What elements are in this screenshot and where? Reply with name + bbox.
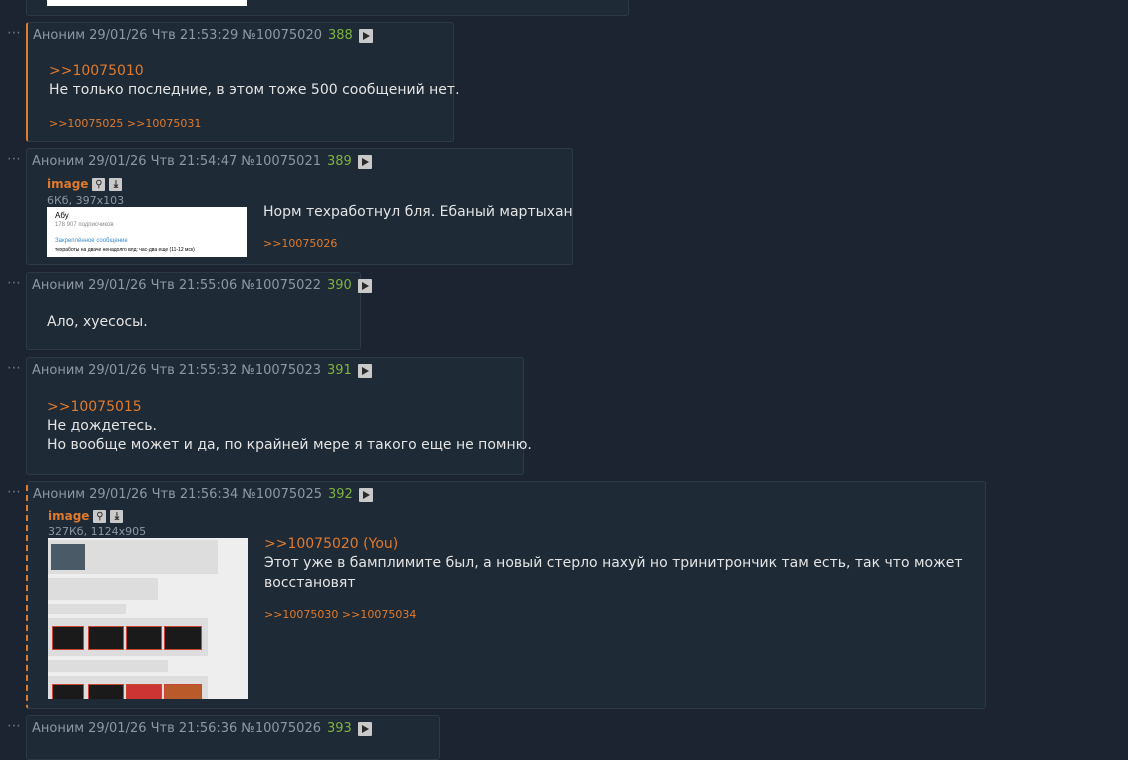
play-icon[interactable] xyxy=(358,487,373,502)
post-replies[interactable]: >>10075030 >>10075034 xyxy=(264,608,416,621)
download-icon[interactable]: ⤓ xyxy=(110,509,124,523)
post-392: Аноним 29/01/26 Чтв 21:56:34 №10075025 3… xyxy=(26,481,986,709)
post-replies[interactable]: >>10075025 >>10075031 xyxy=(49,117,201,130)
post-author: Аноним xyxy=(33,28,86,43)
post-header: Аноним 29/01/26 Чтв 21:53:29 №10075020 3… xyxy=(33,28,373,43)
thumb-game-screenshot xyxy=(88,684,124,699)
post-datetime: 29/01/26 Чтв 21:54:47 xyxy=(88,154,238,169)
post-id-link[interactable]: №10075025 xyxy=(242,487,322,502)
post-menu-dots-icon[interactable]: ⋯ xyxy=(7,276,22,290)
post-menu-dots-icon[interactable]: ⋯ xyxy=(7,26,22,40)
post-number: 392 xyxy=(328,487,353,502)
post-id-link[interactable]: №10075020 xyxy=(242,28,322,43)
search-icon[interactable]: ⚲ xyxy=(93,509,107,523)
thumb-game-screenshot xyxy=(126,626,162,650)
file-link[interactable]: image ⚲ ⤓ xyxy=(47,177,123,191)
thumb-post-block xyxy=(48,604,126,614)
search-icon[interactable]: ⚲ xyxy=(92,177,106,191)
post-datetime: 29/01/26 Чтв 21:56:36 xyxy=(88,721,238,736)
post-image-thumbnail[interactable] xyxy=(48,538,248,699)
thumb-game-screenshot xyxy=(164,626,202,650)
thumb-message: техработы на двачe ненадолго влд: час-дв… xyxy=(55,247,195,253)
post-quote-link[interactable]: >>10075015 xyxy=(47,397,142,417)
play-icon[interactable] xyxy=(357,278,372,293)
post-389: Аноним 29/01/26 Чтв 21:54:47 №10075021 3… xyxy=(26,148,573,265)
post-datetime: 29/01/26 Чтв 21:55:32 xyxy=(88,363,238,378)
post-number: 388 xyxy=(328,28,353,43)
post-number: 393 xyxy=(327,721,352,736)
post-author: Аноним xyxy=(32,154,85,169)
thumb-game-screenshot xyxy=(164,684,202,699)
post-header: Аноним 29/01/26 Чтв 21:55:06 №10075022 3… xyxy=(32,278,372,293)
file-label[interactable]: image xyxy=(47,177,88,191)
play-icon[interactable] xyxy=(358,28,373,43)
post-datetime: 29/01/26 Чтв 21:55:06 xyxy=(88,278,238,293)
file-link[interactable]: image ⚲ ⤓ xyxy=(48,509,124,523)
thumb-photo xyxy=(51,544,85,570)
post-id-link[interactable]: №10075021 xyxy=(241,154,321,169)
post-author: Аноним xyxy=(32,721,85,736)
post-previous-fragment xyxy=(26,0,629,16)
download-icon[interactable]: ⤓ xyxy=(109,177,123,191)
post-text-line: Но вообще может и да, по крайней мере я … xyxy=(47,437,532,453)
post-id-link[interactable]: №10075023 xyxy=(241,363,321,378)
post-header: Аноним 29/01/26 Чтв 21:56:36 №10075026 3… xyxy=(32,721,372,736)
post-menu-dots-icon[interactable]: ⋯ xyxy=(7,361,22,375)
file-info: 327Кб, 1124x905 xyxy=(48,525,147,538)
post-quote-link[interactable]: >>10075020 (You) xyxy=(264,534,398,554)
post-id-link[interactable]: №10075022 xyxy=(241,278,321,293)
post-header: Аноним 29/01/26 Чтв 21:56:34 №10075025 3… xyxy=(33,487,373,502)
post-text-line: восстановят xyxy=(264,575,356,591)
post-text-line: Ало, хуесосы. xyxy=(47,314,148,330)
post-author: Аноним xyxy=(32,278,85,293)
post-menu-dots-icon[interactable]: ⋯ xyxy=(7,719,22,733)
file-info: 6Кб, 397x103 xyxy=(47,194,125,207)
post-header: Аноним 29/01/26 Чтв 21:54:47 №10075021 3… xyxy=(32,154,372,169)
thumb-pinned: Закреплённое сообщение xyxy=(55,238,128,244)
post-id-link[interactable]: №10075026 xyxy=(241,721,321,736)
post-text-line: Этот уже в бамплимите был, а новый стерл… xyxy=(264,555,963,571)
post-quote-link[interactable]: >>10075010 xyxy=(49,61,144,81)
thumb-game-screenshot xyxy=(52,626,84,650)
post-393: Аноним 29/01/26 Чтв 21:56:36 №10075026 3… xyxy=(26,715,440,760)
post-388: Аноним 29/01/26 Чтв 21:53:29 №10075020 3… xyxy=(26,22,460,142)
post-text-line: Не только последние, в этом тоже 500 соо… xyxy=(49,82,460,98)
post-author: Аноним xyxy=(33,487,86,502)
thumb-game-screenshot xyxy=(88,626,124,650)
post-text-line: Норм техработнул бля. Ебаный мартыхан xyxy=(263,204,573,220)
thumb-subscribers: 178 907 подписчиков xyxy=(55,222,114,228)
post-author: Аноним xyxy=(32,363,85,378)
post-menu-dots-icon[interactable]: ⋯ xyxy=(7,152,22,166)
post-replies[interactable]: >>10075026 xyxy=(263,237,337,250)
play-icon[interactable] xyxy=(357,721,372,736)
play-icon[interactable] xyxy=(357,363,372,378)
post-datetime: 29/01/26 Чтв 21:56:34 xyxy=(89,487,239,502)
post-number: 389 xyxy=(327,154,352,169)
post-number: 391 xyxy=(327,363,352,378)
post-390: Аноним 29/01/26 Чтв 21:55:06 №10075022 3… xyxy=(26,272,372,350)
post-image-thumbnail[interactable] xyxy=(47,0,247,6)
post-number: 390 xyxy=(327,278,352,293)
post-text-line: Не дождетесь. xyxy=(47,418,157,434)
post-391: Аноним 29/01/26 Чтв 21:55:32 №10075023 3… xyxy=(26,357,532,475)
file-label[interactable]: image xyxy=(48,509,89,523)
thumb-game-screenshot xyxy=(126,684,162,699)
play-icon[interactable] xyxy=(357,154,372,169)
thumb-game-screenshot xyxy=(52,684,84,699)
thumb-post-block xyxy=(48,578,158,600)
post-datetime: 29/01/26 Чтв 21:53:29 xyxy=(89,28,239,43)
post-image-thumbnail[interactable]: Абу 178 907 подписчиков Закреплённое соо… xyxy=(47,207,247,257)
thumb-channel-name: Абу xyxy=(55,211,69,220)
post-header: Аноним 29/01/26 Чтв 21:55:32 №10075023 3… xyxy=(32,363,372,378)
post-menu-dots-icon[interactable]: ⋯ xyxy=(7,485,22,499)
thumb-post-block xyxy=(48,660,168,672)
